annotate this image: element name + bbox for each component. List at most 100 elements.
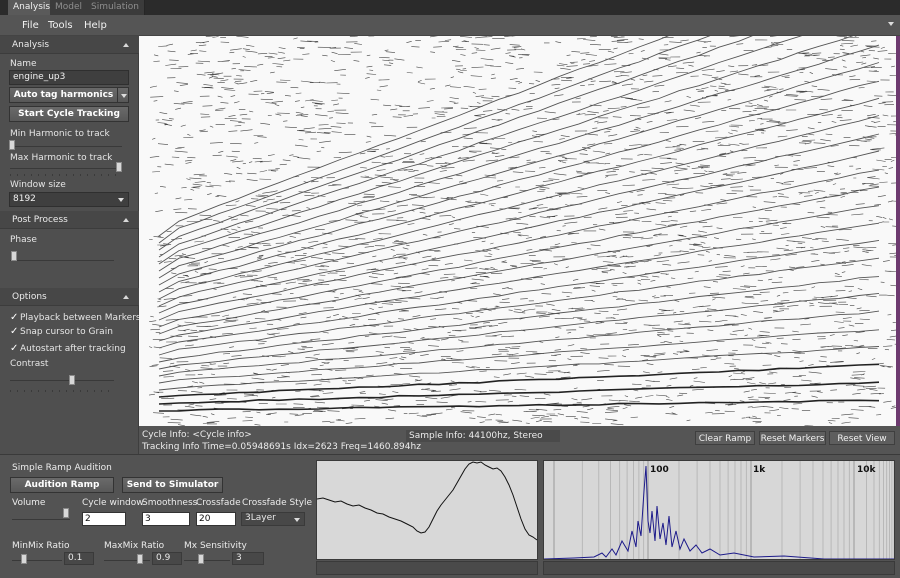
phase-slider-track[interactable] (10, 260, 114, 261)
analysis-section-header[interactable]: Analysis (0, 36, 139, 54)
minmix-ratio-label: MinMix Ratio (12, 541, 70, 551)
max-harmonic-slider-ticks (10, 174, 122, 176)
tab-model[interactable]: Model (50, 0, 89, 15)
audition-ramp-button[interactable]: Audition Ramp (10, 477, 114, 493)
reset-view-button[interactable]: Reset View (829, 431, 895, 445)
harmonic-streak (158, 36, 711, 244)
crossfade-input[interactable]: 20 (196, 512, 236, 526)
auto-tag-harmonics-button[interactable]: Auto tag harmonics (9, 87, 118, 103)
spectrogram-canvas[interactable] (139, 36, 896, 426)
maxmix-slider-track[interactable] (104, 560, 150, 561)
send-to-simulator-button[interactable]: Send to Simulator (122, 477, 223, 493)
collapse-chevron-icon[interactable] (123, 295, 129, 299)
fft-label-10k: 10k (857, 465, 877, 475)
window-size-value: 8192 (13, 194, 36, 204)
phase-slider-thumb[interactable] (11, 251, 17, 261)
minmix-slider-thumb[interactable] (21, 554, 27, 564)
waveform-canvas (316, 461, 538, 541)
start-cycle-tracking-button[interactable]: Start Cycle Tracking (9, 106, 129, 122)
checkmark-icon: ✓ (10, 326, 19, 337)
phase-label: Phase (10, 235, 37, 245)
autostart-after-tracking-checkbox[interactable]: ✓ Autostart after tracking (10, 343, 126, 354)
options-section-header[interactable]: Options (0, 288, 139, 306)
minmix-slider-track[interactable] (12, 560, 62, 561)
smoothness-label: Smoothness (142, 498, 198, 508)
harmonic-streak (158, 97, 880, 293)
fft-canvas: 100 1k 10k (544, 461, 894, 559)
collapse-chevron-icon[interactable] (123, 43, 129, 47)
waveform-view[interactable] (316, 460, 538, 560)
playback-between-markers-checkbox[interactable]: ✓ Playback between Markers (10, 312, 141, 323)
fft-spectrum-view[interactable]: 100 1k 10k (543, 460, 895, 560)
fft-magnitude-line (544, 465, 894, 559)
collapse-chevron-icon[interactable] (123, 218, 129, 222)
minmix-value-input[interactable]: 0.1 (64, 552, 94, 565)
name-input[interactable]: engine_up3 (9, 70, 129, 85)
cycle-window-input[interactable]: 2 (82, 512, 126, 526)
window-size-select[interactable]: 8192 (9, 192, 129, 207)
mx-sensitivity-slider-thumb[interactable] (198, 554, 204, 564)
crossfade-label: Crossfade (196, 498, 241, 508)
options-section-title: Options (12, 292, 47, 302)
menu-file[interactable]: File (22, 15, 39, 36)
spectrogram-view[interactable] (139, 36, 896, 426)
harmonic-streak (158, 399, 880, 412)
menu-tools[interactable]: Tools (48, 15, 73, 36)
volume-slider-track[interactable] (12, 519, 70, 520)
fft-scrollbar[interactable] (543, 561, 895, 575)
max-harmonic-slider-thumb[interactable] (116, 162, 122, 172)
waveform-line (316, 461, 538, 541)
crossfade-style-label: Crossfade Style (242, 498, 313, 508)
fft-label-1k: 1k (753, 465, 766, 475)
cycle-window-label: Cycle window (82, 498, 144, 508)
fft-label-100: 100 (650, 465, 669, 475)
mx-sensitivity-label: Mx Sensitivity (184, 541, 247, 551)
spectrogram-right-edge (896, 36, 900, 426)
checkbox-label: Autostart after tracking (20, 344, 126, 354)
left-sidebar: Analysis Name engine_up3 Auto tag harmon… (0, 36, 141, 454)
contrast-slider-track[interactable] (10, 380, 114, 381)
tab-simulation[interactable]: Simulation (86, 0, 145, 15)
auto-tag-dropdown-button[interactable] (117, 87, 129, 103)
post-process-section-header[interactable]: Post Process (0, 211, 139, 229)
tab-analysis[interactable]: Analysis (8, 0, 57, 15)
max-harmonic-slider-track[interactable] (10, 168, 122, 169)
chevron-down-icon (294, 518, 300, 522)
min-harmonic-slider-track[interactable] (10, 146, 122, 147)
sample-info-text: Sample Info: 44100hz, Stereo (406, 430, 560, 442)
harmonic-streak (158, 276, 880, 363)
waveform-scrollbar[interactable] (316, 561, 538, 575)
window-size-label: Window size (10, 180, 66, 190)
tracking-info-text: Tracking Info Time=0.05948691s Idx=2623 … (142, 442, 421, 452)
menu-overflow-chevron-icon[interactable] (888, 22, 894, 26)
contrast-slider-ticks (10, 390, 114, 392)
contrast-label: Contrast (10, 359, 49, 369)
mx-sensitivity-slider-track[interactable] (184, 560, 230, 561)
cycle-info-text: Cycle Info: <Cycle info> (142, 430, 252, 440)
volume-label: Volume (12, 498, 46, 508)
volume-slider-thumb[interactable] (63, 508, 69, 518)
contrast-slider-thumb[interactable] (69, 375, 75, 385)
snap-cursor-checkbox[interactable]: ✓ Snap cursor to Grain (10, 326, 113, 337)
crossfade-style-select[interactable]: 3Layer (241, 512, 305, 526)
chevron-down-icon (121, 94, 127, 98)
mx-sensitivity-value-input[interactable]: 3 (232, 552, 264, 565)
harmonic-streak (158, 205, 880, 335)
clear-ramp-button[interactable]: Clear Ramp (695, 431, 755, 445)
reset-markers-button[interactable]: Reset Markers (759, 431, 826, 445)
min-harmonic-label: Min Harmonic to track (10, 129, 110, 139)
maxmix-ratio-label: MaxMix Ratio (104, 541, 165, 551)
maxmix-value-input[interactable]: 0.9 (152, 552, 182, 565)
harmonic-streak (158, 44, 880, 272)
crossfade-style-value: 3Layer (245, 513, 276, 523)
chevron-down-icon (118, 198, 124, 202)
min-harmonic-slider-thumb[interactable] (9, 140, 15, 150)
info-bar: Cycle Info: <Cycle info> Tracking Info T… (139, 426, 900, 454)
maxmix-slider-thumb[interactable] (137, 554, 143, 564)
audition-panel-title: Simple Ramp Audition (12, 463, 112, 473)
checkmark-icon: ✓ (10, 343, 19, 354)
menu-help[interactable]: Help (84, 15, 107, 36)
smoothness-input[interactable]: 3 (142, 512, 190, 526)
analysis-section-title: Analysis (12, 40, 50, 50)
top-tab-bar: Analysis Model Simulation (0, 0, 900, 15)
